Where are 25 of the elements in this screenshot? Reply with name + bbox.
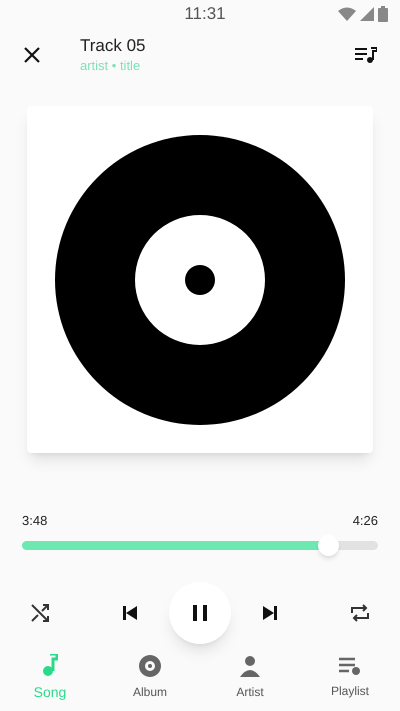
track-title: Track 05 <box>80 35 147 57</box>
nav-tab[interactable]: Album <box>100 645 200 711</box>
track-subtitle: artist • title <box>80 57 142 75</box>
elapsed-time: 3:48 <box>22 512 48 530</box>
person-icon <box>239 655 261 677</box>
skip-previous-icon <box>123 606 137 620</box>
repeat-icon <box>350 602 370 622</box>
vinyl-record-icon <box>55 134 345 424</box>
cell-signal-icon <box>360 7 374 21</box>
skip-next-icon <box>263 606 277 620</box>
status-time: 11:31 <box>184 3 226 26</box>
total-duration: 4:26 <box>352 512 378 530</box>
wifi-icon <box>338 7 356 21</box>
shuffle-icon <box>30 602 50 622</box>
queue-icon <box>355 46 377 64</box>
close-button[interactable] <box>22 45 42 65</box>
music-note-icon <box>42 654 58 676</box>
close-icon <box>23 46 41 64</box>
nav-tab[interactable]: Playlist <box>300 645 400 711</box>
pause-icon <box>193 604 207 620</box>
list-icon <box>339 656 361 676</box>
slider-thumb[interactable] <box>318 534 340 556</box>
disc-icon <box>139 655 161 677</box>
nav-tab[interactable]: Artist <box>200 645 300 711</box>
battery-icon <box>378 6 388 22</box>
